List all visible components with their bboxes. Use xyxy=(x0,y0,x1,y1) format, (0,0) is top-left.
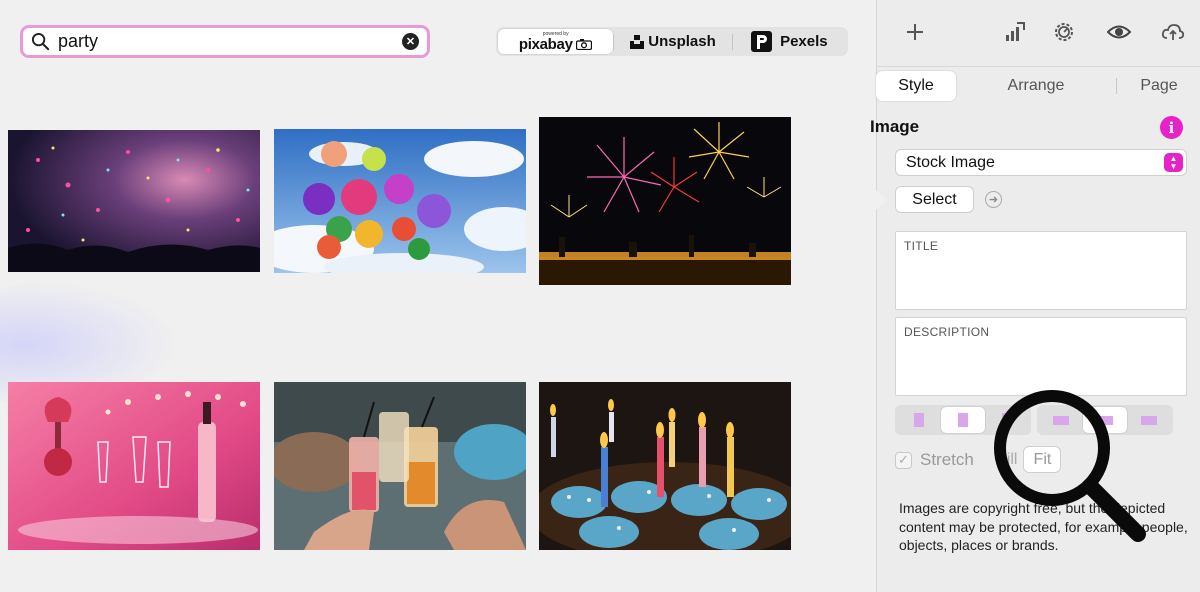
popover-pointer xyxy=(876,190,887,210)
add-toolbar-button[interactable] xyxy=(901,18,929,46)
stats-toolbar-button[interactable] xyxy=(1001,18,1029,46)
image-source-value: Stock Image xyxy=(906,153,995,171)
signal-bars-icon xyxy=(1006,22,1025,41)
search-bar[interactable]: ✕ xyxy=(20,25,430,58)
align-center-icon xyxy=(958,413,968,427)
image-source-select[interactable]: Stock Image ▲ ▼ xyxy=(895,149,1187,176)
toolbar-divider xyxy=(877,66,1200,67)
fill-option[interactable]: Fill xyxy=(997,451,1017,469)
title-field[interactable]: TITLE xyxy=(895,231,1187,310)
provider-switcher: powered by pixabay Unsplash Pexels xyxy=(496,27,848,56)
search-icon xyxy=(31,32,50,51)
copyright-note: Images are copyright free, but the depic… xyxy=(899,500,1188,554)
align-middle-button[interactable] xyxy=(1083,407,1127,433)
image-confetti-crowd[interactable] xyxy=(8,130,260,272)
image-balloons-sky[interactable] xyxy=(274,129,526,273)
provider-pexels[interactable]: Pexels xyxy=(733,29,846,54)
select-button[interactable]: Select xyxy=(895,186,974,213)
unsplash-logo-icon xyxy=(630,34,645,49)
image-birthday-cupcakes[interactable] xyxy=(539,382,791,550)
align-right-button[interactable] xyxy=(985,407,1029,433)
fit-button[interactable]: Fit xyxy=(1023,446,1062,473)
search-input[interactable] xyxy=(58,31,402,52)
provider-pixabay[interactable]: powered by pixabay xyxy=(498,29,614,54)
plus-icon xyxy=(907,24,923,40)
vertical-align-group xyxy=(1037,405,1173,435)
preview-toolbar-button[interactable] xyxy=(1105,18,1133,46)
description-field[interactable]: DESCRIPTION xyxy=(895,317,1187,396)
gear-icon xyxy=(1055,23,1073,41)
arrow-right-circle-icon[interactable]: ➜ xyxy=(985,191,1002,208)
pexels-logo-icon xyxy=(751,31,773,52)
title-field-label: TITLE xyxy=(904,239,939,253)
pixabay-label: pixabay xyxy=(518,35,573,53)
stock-image-browser: ✕ powered by pixabay Unsplash xyxy=(0,0,876,592)
align-top-button[interactable] xyxy=(1039,407,1083,433)
align-bottom-icon xyxy=(1141,415,1157,425)
align-bottom-button[interactable] xyxy=(1127,407,1171,433)
fill-fit-group: Fill Fit xyxy=(997,446,1062,473)
eye-icon xyxy=(1107,25,1131,39)
align-left-button[interactable] xyxy=(897,407,941,433)
description-field-label: DESCRIPTION xyxy=(904,325,990,339)
inspector-tabs: Style Arrange Page xyxy=(876,70,1200,102)
image-cocktail-toast[interactable] xyxy=(274,382,526,550)
tab-page[interactable]: Page xyxy=(1117,71,1200,101)
cloud-upload-icon xyxy=(1161,24,1185,40)
info-icon[interactable]: i xyxy=(1160,116,1183,139)
clear-search-icon[interactable]: ✕ xyxy=(402,33,419,50)
unsplash-label: Unsplash xyxy=(648,33,716,50)
provider-unsplash[interactable]: Unsplash xyxy=(614,29,731,54)
chevron-updown-icon: ▲ ▼ xyxy=(1164,153,1183,172)
align-middle-icon xyxy=(1097,415,1113,425)
horizontal-align-group xyxy=(895,405,1031,435)
align-center-button[interactable] xyxy=(941,407,985,433)
align-right-icon xyxy=(1002,413,1012,427)
image-champagne-glasses[interactable] xyxy=(8,382,260,550)
align-left-icon xyxy=(914,413,924,427)
stretch-option[interactable]: ✓ Stretch xyxy=(895,450,974,470)
stretch-checkbox[interactable]: ✓ xyxy=(895,451,912,469)
image-fireworks-city[interactable] xyxy=(539,117,791,285)
pexels-label: Pexels xyxy=(780,33,828,50)
tab-arrange[interactable]: Arrange xyxy=(956,71,1116,101)
camera-icon xyxy=(576,38,593,50)
stretch-label: Stretch xyxy=(920,450,974,469)
inspector-panel: Style Arrange Page Image i Stock Image ▲… xyxy=(870,0,1200,592)
settings-toolbar-button[interactable] xyxy=(1050,18,1078,46)
section-title: Image xyxy=(870,117,920,136)
tab-style[interactable]: Style xyxy=(876,71,956,101)
align-top-icon xyxy=(1053,415,1069,425)
publish-toolbar-button[interactable] xyxy=(1159,18,1187,46)
